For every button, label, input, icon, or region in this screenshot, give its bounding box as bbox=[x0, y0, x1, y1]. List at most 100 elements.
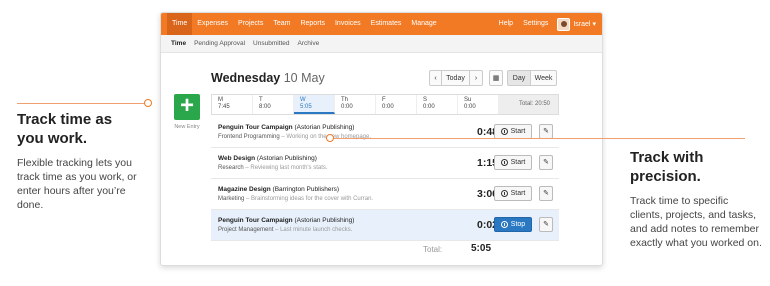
day-hours: 8:00 bbox=[259, 104, 271, 110]
leader-line bbox=[330, 138, 745, 139]
day-letter: M bbox=[218, 97, 223, 103]
nav-invoices[interactable]: Invoices bbox=[330, 13, 366, 35]
new-entry-button[interactable]: + bbox=[174, 94, 200, 120]
callout-track-time: Track time as you work. Flexible trackin… bbox=[17, 110, 142, 212]
stop-button[interactable]: Stop bbox=[494, 217, 532, 232]
week-day-monday[interactable]: M 7:45 bbox=[212, 95, 253, 114]
subnav-pending-approval[interactable]: Pending Approval bbox=[194, 40, 245, 47]
day-hours: 0:00 bbox=[423, 104, 435, 110]
day-letter: Su bbox=[464, 97, 472, 103]
entry-task: Marketing bbox=[218, 196, 245, 202]
callout-description: Flexible tracking lets you track time as… bbox=[17, 157, 137, 211]
total-value: 5:05 bbox=[471, 243, 492, 254]
edit-icon[interactable]: ✎ bbox=[539, 124, 553, 139]
prev-day-button[interactable]: ‹ bbox=[429, 70, 442, 86]
entry-details: Frontend Programming – Working on the ne… bbox=[218, 134, 371, 140]
week-day-tuesday[interactable]: T 8:00 bbox=[253, 95, 294, 114]
week-day-sunday[interactable]: Su 0:00 bbox=[458, 95, 499, 114]
nav-estimates[interactable]: Estimates bbox=[366, 13, 407, 35]
avatar bbox=[557, 17, 571, 31]
nav-reports[interactable]: Reports bbox=[295, 13, 330, 35]
day-letter: W bbox=[300, 97, 306, 103]
entry-client: (Barrington Publishers) bbox=[272, 186, 340, 193]
entry-title: Magazine Design (Barrington Publishers) bbox=[218, 186, 339, 193]
clock-icon bbox=[500, 190, 508, 197]
entry-client: (Astorian Publishing) bbox=[294, 124, 355, 131]
calendar-icon[interactable]: ▦ bbox=[489, 70, 503, 86]
nav-manage[interactable]: Manage bbox=[406, 13, 441, 35]
week-day-thursday[interactable]: Th 0:00 bbox=[335, 95, 376, 114]
week-day-saturday[interactable]: S 0:00 bbox=[417, 95, 458, 114]
callout-dot bbox=[144, 99, 152, 107]
entry-title: Penguin Tour Campaign (Astorian Publishi… bbox=[218, 217, 354, 224]
week-day-wednesday[interactable]: W 5:05 bbox=[294, 95, 335, 114]
start-button[interactable]: Start bbox=[494, 186, 532, 201]
subnav-archive[interactable]: Archive bbox=[298, 40, 320, 47]
entry-details: Marketing – Brainstorming ideas for the … bbox=[218, 196, 374, 202]
week-day-friday[interactable]: F 0:00 bbox=[376, 95, 417, 114]
callout-precision: Track with precision. Track time to spec… bbox=[630, 148, 762, 250]
start-label: Start bbox=[510, 190, 526, 197]
entry-title: Web Design (Astorian Publishing) bbox=[218, 155, 317, 162]
callout-title: Track with precision. bbox=[630, 149, 704, 185]
total-label: Total: bbox=[423, 245, 443, 254]
day-hours: 5:05 bbox=[300, 104, 312, 110]
clock-icon bbox=[500, 159, 508, 166]
entry-project: Penguin Tour Campaign bbox=[218, 217, 293, 224]
entry-client: (Astorian Publishing) bbox=[294, 217, 355, 224]
week-view-button[interactable]: Week bbox=[531, 70, 557, 86]
subnav-time[interactable]: Time bbox=[171, 40, 186, 47]
entry-note: Last minute launch checks. bbox=[280, 227, 353, 233]
chevron-down-icon: ▾ bbox=[592, 21, 596, 28]
app-window: Time Expenses Projects Team Reports Invo… bbox=[160, 12, 603, 266]
edit-icon[interactable]: ✎ bbox=[539, 217, 553, 232]
clock-icon bbox=[500, 221, 508, 228]
nav-team[interactable]: Team bbox=[268, 13, 295, 35]
entry-project: Penguin Tour Campaign bbox=[218, 124, 293, 131]
day-heading: Wednesday 10 May bbox=[211, 71, 325, 85]
time-entry-running: Penguin Tour Campaign (Astorian Publishi… bbox=[211, 210, 559, 241]
entry-title: Penguin Tour Campaign (Astorian Publishi… bbox=[218, 124, 354, 131]
day-hours: 0:00 bbox=[341, 104, 353, 110]
nav-projects[interactable]: Projects bbox=[233, 13, 268, 35]
start-label: Start bbox=[510, 128, 526, 135]
date-navigation: ‹ Today › bbox=[429, 70, 483, 86]
nav-settings[interactable]: Settings bbox=[518, 13, 553, 35]
nav-expenses[interactable]: Expenses bbox=[192, 13, 233, 35]
nav-time[interactable]: Time bbox=[167, 13, 193, 35]
time-entry: Web Design (Astorian Publishing) Researc… bbox=[211, 148, 559, 179]
entry-details: Project Management – Last minute launch … bbox=[218, 227, 353, 233]
view-toggle: Day Week bbox=[507, 70, 557, 86]
entry-note: Brainstorming ideas for the cover with C… bbox=[251, 196, 374, 202]
week-total: Total: 20:50 bbox=[499, 95, 558, 114]
nav-help[interactable]: Help bbox=[494, 13, 518, 35]
subnav-unsubmitted[interactable]: Unsubmitted bbox=[253, 40, 290, 47]
next-day-button[interactable]: › bbox=[470, 70, 483, 86]
day-letter: Th bbox=[341, 97, 349, 103]
callout-title: Track time as you work. bbox=[17, 111, 113, 147]
start-button[interactable]: Start bbox=[494, 155, 532, 170]
entry-task: Frontend Programming bbox=[218, 134, 280, 140]
entry-note: Reviewing last month's stats. bbox=[250, 165, 328, 171]
clock-icon bbox=[500, 128, 508, 135]
start-button[interactable]: Start bbox=[494, 124, 532, 139]
user-name: Israel bbox=[573, 20, 591, 28]
entry-client: (Astorian Publishing) bbox=[256, 155, 317, 162]
day-view-button[interactable]: Day bbox=[507, 70, 531, 86]
day-letter: T bbox=[259, 97, 263, 103]
entry-task: Research bbox=[218, 165, 244, 171]
day-hours: 0:00 bbox=[464, 104, 476, 110]
day-letter: S bbox=[423, 97, 428, 103]
day-letter: F bbox=[382, 97, 386, 103]
edit-icon[interactable]: ✎ bbox=[539, 186, 553, 201]
today-button[interactable]: Today bbox=[442, 70, 470, 86]
entry-task: Project Management bbox=[218, 227, 274, 233]
time-entry: Penguin Tour Campaign (Astorian Publishi… bbox=[211, 117, 559, 148]
calendar-control: ▦ bbox=[489, 70, 503, 86]
callout-dot bbox=[326, 134, 334, 142]
time-entry: Magazine Design (Barrington Publishers) … bbox=[211, 179, 559, 210]
weekday: Wednesday bbox=[211, 71, 281, 85]
edit-icon[interactable]: ✎ bbox=[539, 155, 553, 170]
user-menu[interactable]: Israel ▾ bbox=[553, 17, 596, 31]
date: 10 May bbox=[283, 71, 325, 85]
